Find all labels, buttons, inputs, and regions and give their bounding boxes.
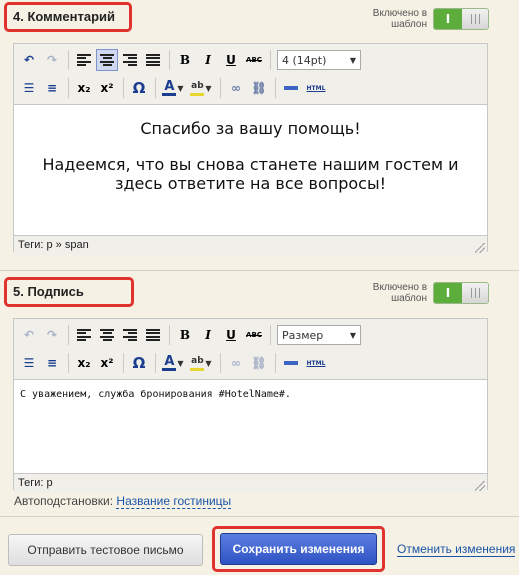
include-toggle-signature[interactable]: I <box>433 282 489 304</box>
undo-icon[interactable]: ↶ <box>18 49 40 71</box>
chevron-down-icon: ▼ <box>177 358 184 368</box>
horizontal-rule-icon[interactable] <box>280 77 302 99</box>
subscript-button[interactable]: x₂ <box>73 352 95 374</box>
omega-special-char-button[interactable]: Ω <box>128 352 150 374</box>
bold-button[interactable]: B <box>174 324 196 346</box>
editor-path-bar: Теги: p » span <box>14 235 487 255</box>
font-size-value: Размер <box>282 328 324 342</box>
comment-editor-content[interactable]: Спасибо за вашу помощь! Надеемся, что вы… <box>14 105 487 235</box>
undo-icon[interactable]: ↶ <box>18 324 40 346</box>
align-justify-icon[interactable] <box>142 324 164 346</box>
html-source-button[interactable]: HTML <box>303 77 329 99</box>
font-size-select[interactable]: Размер ▼ <box>277 325 361 345</box>
italic-button[interactable]: I <box>197 49 219 71</box>
content-paragraph-1: Спасибо за вашу помощь! <box>140 119 361 138</box>
grip-icon <box>470 288 480 298</box>
align-left-icon[interactable] <box>73 324 95 346</box>
send-test-email-button[interactable]: Отправить тестовое письмо <box>8 534 203 566</box>
toggle-on-indicator: I <box>434 9 462 29</box>
include-toggle-label: Включено в шаблон <box>372 8 427 30</box>
unlink-icon[interactable]: ⛓ <box>248 352 270 374</box>
horizontal-rule-icon[interactable] <box>280 352 302 374</box>
comment-editor: ↶ ↷ B I U ABC 4 (14pt) ▼ ☰ ≡ x₂ x² Ω A ▼… <box>13 43 488 255</box>
signature-text: С уважением, служба бронирования #HotelN… <box>20 389 291 400</box>
bullet-list-icon[interactable]: ☰ <box>18 77 40 99</box>
font-size-value: 4 (14pt) <box>282 53 327 67</box>
include-toggle-label: Включено в шаблон <box>372 282 427 304</box>
align-center-icon[interactable] <box>96 49 118 71</box>
subscript-button[interactable]: x₂ <box>73 77 95 99</box>
align-right-icon[interactable] <box>119 324 141 346</box>
font-size-select[interactable]: 4 (14pt) ▼ <box>277 50 361 70</box>
html-source-button[interactable]: HTML <box>303 352 329 374</box>
redo-icon[interactable]: ↷ <box>41 49 63 71</box>
resize-handle-icon[interactable] <box>475 243 485 253</box>
link-icon[interactable]: ∞ <box>225 352 247 374</box>
editor-toolbar: ↶ ↷ B I U ABC 4 (14pt) ▼ ☰ ≡ x₂ x² Ω A ▼… <box>14 44 487 105</box>
include-toggle-signature-wrap: Включено в шаблон I <box>369 282 489 304</box>
italic-button[interactable]: I <box>197 324 219 346</box>
divider <box>0 270 519 271</box>
chevron-down-icon: ▼ <box>349 55 356 65</box>
save-changes-button[interactable]: Сохранить изменения <box>220 533 377 565</box>
editor-path-bar: Теги: p <box>14 473 487 493</box>
superscript-button[interactable]: x² <box>96 352 118 374</box>
omega-special-char-button[interactable]: Ω <box>128 77 150 99</box>
divider <box>0 516 519 517</box>
link-icon[interactable]: ∞ <box>225 77 247 99</box>
numbered-list-icon[interactable]: ≡ <box>41 352 63 374</box>
include-toggle-comment-wrap: Включено в шаблон I <box>369 8 489 30</box>
resize-handle-icon[interactable] <box>475 481 485 491</box>
chevron-down-icon: ▼ <box>205 83 212 93</box>
highlight-color-button[interactable]: ab ▼ <box>187 77 215 99</box>
align-left-icon[interactable] <box>73 49 95 71</box>
align-center-icon[interactable] <box>96 324 118 346</box>
bullet-list-icon[interactable]: ☰ <box>18 352 40 374</box>
section-title-signature: 5. Подпись <box>4 277 134 307</box>
section-title-comment: 4. Комментарий <box>4 2 132 32</box>
font-color-button[interactable]: A ▼ <box>160 352 186 374</box>
strikethrough-button[interactable]: ABC <box>243 49 265 71</box>
unlink-icon[interactable]: ⛓ <box>248 77 270 99</box>
autosub-label: Автоподстановки: <box>14 494 114 508</box>
chevron-down-icon: ▼ <box>349 330 356 340</box>
numbered-list-icon[interactable]: ≡ <box>41 77 63 99</box>
chevron-down-icon: ▼ <box>205 358 212 368</box>
tag-path: Теги: p » span <box>18 239 89 251</box>
font-color-button[interactable]: A ▼ <box>160 77 186 99</box>
redo-icon[interactable]: ↷ <box>41 324 63 346</box>
signature-editor: ↶ ↷ B I U ABC Размер ▼ ☰ ≡ x₂ x² Ω A ▼ a… <box>13 318 488 493</box>
underline-button[interactable]: U <box>220 324 242 346</box>
cancel-changes-link[interactable]: Отменить изменения <box>397 542 516 557</box>
content-paragraph-2: Надеемся, что вы снова станете нашим гос… <box>42 155 459 193</box>
bold-button[interactable]: B <box>174 49 196 71</box>
strikethrough-button[interactable]: ABC <box>243 324 265 346</box>
signature-editor-content[interactable]: С уважением, служба бронирования #HotelN… <box>14 380 487 473</box>
include-toggle-comment[interactable]: I <box>433 8 489 30</box>
toggle-on-indicator: I <box>434 283 462 303</box>
autosubstitutions: Автоподстановки: Название гостиницы <box>14 494 232 509</box>
grip-icon <box>470 14 480 24</box>
tag-path: Теги: p <box>18 477 53 489</box>
superscript-button[interactable]: x² <box>96 77 118 99</box>
autosub-hotel-name-link[interactable]: Название гостиницы <box>116 494 232 509</box>
underline-button[interactable]: U <box>220 49 242 71</box>
editor-toolbar: ↶ ↷ B I U ABC Размер ▼ ☰ ≡ x₂ x² Ω A ▼ a… <box>14 319 487 380</box>
highlight-color-button[interactable]: ab ▼ <box>187 352 215 374</box>
align-justify-icon[interactable] <box>142 49 164 71</box>
align-right-icon[interactable] <box>119 49 141 71</box>
chevron-down-icon: ▼ <box>177 83 184 93</box>
